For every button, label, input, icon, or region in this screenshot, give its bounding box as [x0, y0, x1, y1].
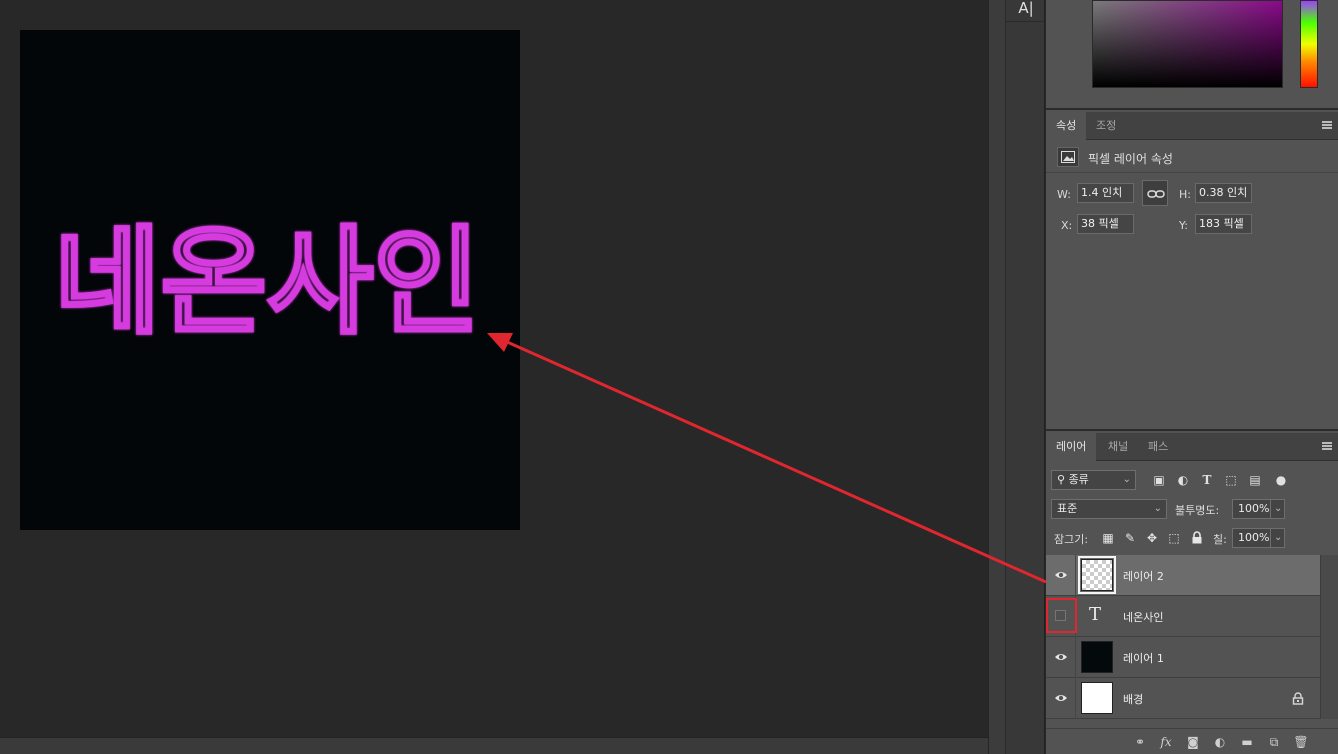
color-picker-panel	[1046, 0, 1338, 110]
properties-header: 픽셀 레이어 속성	[1046, 141, 1338, 173]
chevron-down-icon[interactable]: ⌄	[1270, 529, 1284, 547]
layer-filter-select[interactable]: ⚲ 종류 ⌄	[1051, 470, 1136, 490]
y-position-field[interactable]: 183 픽셀	[1195, 214, 1252, 234]
opacity-label: 불투명도:	[1175, 504, 1220, 517]
annotation-highlight-box	[1046, 598, 1077, 633]
panel-menu-icon[interactable]	[1322, 121, 1332, 129]
search-icon: ⚲	[1057, 473, 1069, 486]
canvas-work-area[interactable]: 네온사인	[0, 0, 988, 737]
fill-field[interactable]: 100% ⌄	[1232, 528, 1285, 548]
fill-label: 칠:	[1213, 533, 1227, 546]
filter-shape-icon[interactable]: ⬚	[1224, 473, 1238, 487]
width-field[interactable]: 1.4 인치	[1077, 183, 1134, 203]
adjustment-layer-icon[interactable]: ◐	[1212, 734, 1228, 750]
right-panels: 속성 조정 픽셀 레이어 속성 W: 1.4 인치 H: 0.38 인치 X: …	[1046, 0, 1338, 754]
filter-toggle-icon[interactable]: ●	[1274, 473, 1288, 487]
layer-row-layer-1[interactable]: 레이어 1	[1046, 637, 1320, 678]
properties-panel: 픽셀 레이어 속성 W: 1.4 인치 H: 0.38 인치 X: 38 픽셀 …	[1046, 141, 1338, 431]
layer-row-neon-sign[interactable]: T 네온사인	[1046, 596, 1320, 637]
lock-image-pixels-icon[interactable]: ✎	[1123, 531, 1137, 545]
tab-properties[interactable]: 속성	[1046, 112, 1087, 140]
filter-type-icon[interactable]: T	[1200, 473, 1214, 487]
layer-thumbnail-black	[1081, 641, 1113, 673]
layer-thumbnail-transparent	[1078, 556, 1116, 594]
blend-mode-label: 표준	[1057, 502, 1078, 515]
layer-list-scrollbar[interactable]	[1320, 555, 1338, 719]
layers-menu-icon[interactable]	[1322, 442, 1332, 450]
chevron-down-icon: ⌄	[1153, 503, 1162, 514]
vertical-scrollbar[interactable]	[988, 0, 1005, 754]
new-layer-icon[interactable]: ⧉	[1266, 734, 1282, 750]
layer-row-background[interactable]: 배경	[1046, 678, 1320, 719]
link-icon[interactable]	[1142, 180, 1168, 206]
panel-dock-column: A|	[1005, 0, 1046, 754]
pixel-layer-icon	[1057, 147, 1079, 167]
filter-adjustment-icon[interactable]: ◐	[1176, 473, 1190, 487]
character-panel-icon[interactable]: A|	[1006, 0, 1046, 22]
layer-list: 레이어 2 T 네온사인 레이어 1 배경	[1046, 555, 1320, 719]
properties-tabbar: 속성 조정	[1046, 112, 1338, 140]
hue-slider[interactable]	[1300, 0, 1318, 88]
tab-adjustments[interactable]: 조정	[1086, 112, 1126, 140]
lock-icon	[1292, 692, 1304, 705]
eye-icon	[1055, 695, 1067, 701]
opacity-field[interactable]: 100% ⌄	[1232, 499, 1285, 519]
height-label: H:	[1179, 188, 1191, 201]
lock-transparent-pixels-icon[interactable]: ▦	[1101, 531, 1115, 545]
neon-sign-text: 네온사인	[52, 213, 481, 351]
filter-smart-object-icon[interactable]: ▤	[1248, 473, 1262, 487]
layer-name[interactable]: 레이어 1	[1123, 650, 1164, 666]
link-layers-icon[interactable]: ⚭	[1132, 734, 1148, 750]
width-label: W:	[1057, 188, 1071, 201]
add-mask-icon[interactable]: ◙	[1185, 734, 1201, 750]
color-field[interactable]	[1092, 0, 1283, 88]
chevron-down-icon: ⌄	[1122, 474, 1131, 485]
height-field[interactable]: 0.38 인치	[1195, 183, 1252, 203]
tab-channels[interactable]: 채널	[1098, 433, 1138, 461]
filter-pixel-icon[interactable]: ▣	[1152, 473, 1166, 487]
layers-tabbar: 레이어 채널 패스	[1046, 433, 1338, 461]
fill-value: 100%	[1238, 531, 1270, 544]
neon-text-glyphs: 네온사인	[54, 215, 480, 350]
layers-panel: ⚲ 종류 ⌄ ▣ ◐ T ⬚ ▤ ● 표준 ⌄ 불투명도: 100% ⌄ 잠그기: ▦…	[1046, 462, 1338, 754]
fx-icon[interactable]: fx	[1158, 734, 1174, 750]
x-label: X:	[1061, 219, 1073, 232]
lock-artboard-icon[interactable]: ⬚	[1167, 531, 1181, 545]
eye-icon	[1055, 572, 1067, 578]
visibility-toggle[interactable]	[1046, 555, 1076, 596]
properties-title: 픽셀 레이어 속성	[1088, 152, 1173, 166]
layer-name[interactable]: 네온사인	[1123, 609, 1163, 625]
lock-position-icon[interactable]: ✥	[1145, 531, 1159, 545]
visibility-toggle[interactable]	[1046, 637, 1076, 678]
chevron-down-icon[interactable]: ⌄	[1270, 500, 1284, 518]
visibility-toggle[interactable]	[1046, 678, 1076, 719]
tab-layers[interactable]: 레이어	[1046, 433, 1097, 461]
new-group-folder-icon[interactable]: ▬	[1239, 734, 1255, 750]
document-canvas[interactable]: 네온사인	[20, 30, 520, 530]
layer-row-layer-2[interactable]: 레이어 2	[1046, 555, 1320, 596]
type-layer-icon: T	[1089, 604, 1102, 625]
layer-name[interactable]: 레이어 2	[1123, 568, 1164, 584]
layer-thumbnail-white	[1081, 682, 1113, 714]
lock-all-icon[interactable]	[1190, 531, 1204, 545]
x-position-field[interactable]: 38 픽셀	[1077, 214, 1134, 234]
opacity-value: 100%	[1238, 502, 1270, 515]
eye-icon	[1055, 654, 1067, 660]
photoshop-window: 네온사인 A| 속성 조정 픽셀 레이어 속성 W: 1.4 인치 H: 0.3…	[0, 0, 1338, 754]
trash-icon[interactable]: 🗑	[1293, 734, 1309, 750]
layers-bottom-toolbar: ⚭ fx ◙ ◐ ▬ ⧉ 🗑	[1046, 728, 1338, 754]
blend-mode-select[interactable]: 표준 ⌄	[1051, 499, 1167, 519]
layer-name[interactable]: 배경	[1123, 691, 1143, 707]
y-label: Y:	[1179, 219, 1188, 232]
lock-label: 잠그기:	[1054, 533, 1089, 546]
horizontal-scrollbar[interactable]	[0, 737, 988, 754]
filter-kind-label: 종류	[1068, 473, 1089, 486]
tab-paths[interactable]: 패스	[1138, 433, 1178, 461]
